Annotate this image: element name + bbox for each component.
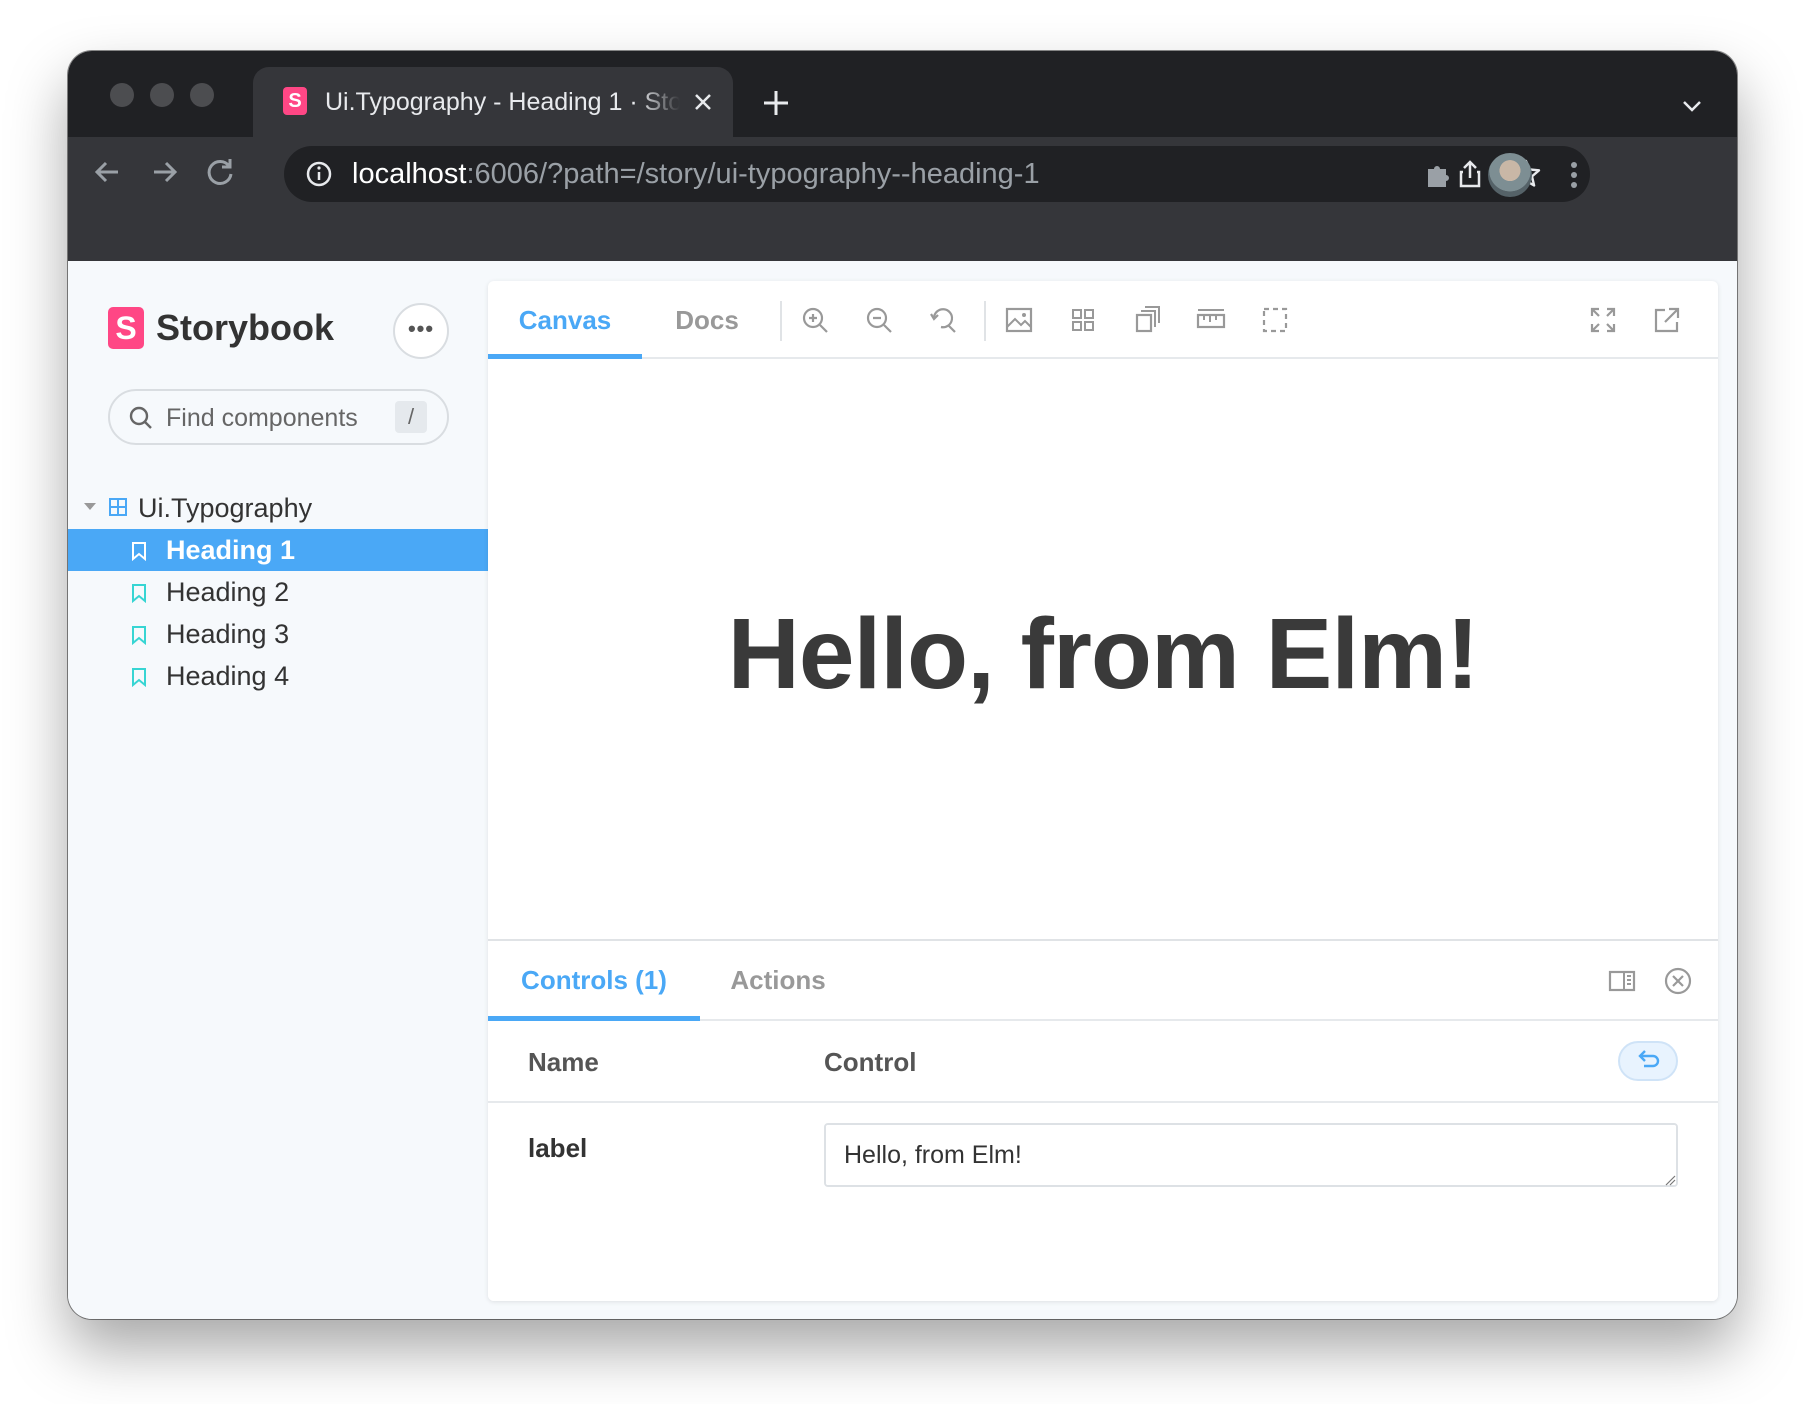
- url-path: :6006/?path=/story/ui-typography--headin…: [466, 158, 1040, 190]
- zoom-reset-icon[interactable]: [928, 305, 958, 335]
- fullscreen-icon[interactable]: [1588, 305, 1618, 335]
- component-group-ui-typography[interactable]: Ui.Typography: [68, 487, 488, 527]
- resize-grip-icon[interactable]: [1664, 1173, 1676, 1186]
- reload-icon[interactable]: [200, 152, 240, 192]
- label-control-input[interactable]: Hello, from Elm!: [824, 1123, 1678, 1187]
- addons-panel: Controls (1) Actions Name Control label …: [488, 939, 1718, 1301]
- profile-avatar[interactable]: [1488, 153, 1532, 197]
- story-item-heading-4[interactable]: Heading 4: [68, 655, 488, 697]
- tab-controls[interactable]: Controls (1): [488, 941, 700, 1021]
- more-vertical-icon[interactable]: [1556, 157, 1592, 193]
- chevron-down-icon[interactable]: [1677, 91, 1707, 121]
- new-tab-button[interactable]: [758, 85, 794, 121]
- search-icon: [128, 405, 154, 431]
- window-close-button[interactable]: [110, 83, 134, 107]
- story-item-heading-1[interactable]: Heading 1: [68, 529, 488, 571]
- site-info-icon[interactable]: [304, 159, 334, 189]
- column-control-header: Control: [824, 1047, 917, 1077]
- search-box[interactable]: /: [108, 389, 449, 445]
- share-icon[interactable]: [1454, 158, 1486, 190]
- story-label: Heading 4: [166, 661, 290, 691]
- window-zoom-button[interactable]: [190, 83, 214, 107]
- address-bar[interactable]: localhost:6006/?path=/story/ui-typograph…: [284, 146, 1590, 202]
- story-label: Heading 1: [166, 535, 296, 565]
- addons-toolbar: Controls (1) Actions: [488, 941, 1718, 1021]
- open-new-window-icon[interactable]: [1652, 305, 1682, 335]
- close-circle-icon[interactable]: [1662, 965, 1694, 997]
- tab-close-icon[interactable]: [688, 87, 718, 117]
- sidebar-menu-button[interactable]: •••: [393, 303, 449, 359]
- story-label: Heading 2: [166, 577, 290, 607]
- browser-toolbar: localhost:6006/?path=/story/ui-typograph…: [68, 137, 1737, 261]
- search-shortcut-key: /: [395, 401, 427, 433]
- main-panel: Canvas Docs Hello, from Elm! Controls (1…: [488, 281, 1718, 1301]
- tab-title: Ui.Typography - Heading 1 · Storybook: [325, 88, 680, 116]
- background-image-icon[interactable]: [1004, 305, 1034, 335]
- column-name-header: Name: [528, 1047, 599, 1077]
- copy-link-icon[interactable]: [1716, 305, 1718, 335]
- canvas-toolbar: Canvas Docs: [488, 281, 1718, 359]
- toolbar-divider: [984, 301, 986, 341]
- story-preview-canvas: Hello, from Elm!: [488, 359, 1718, 939]
- window-minimize-button[interactable]: [150, 83, 174, 107]
- toolbar-divider: [780, 301, 782, 341]
- browser-titlebar: S Ui.Typography - Heading 1 · Storybook: [68, 51, 1737, 137]
- sidebar: S Storybook ••• / Ui.Typography: [68, 261, 488, 1319]
- component-icon: [108, 497, 128, 517]
- caret-down-icon[interactable]: [84, 503, 96, 510]
- measure-ruler-icon[interactable]: [1196, 305, 1226, 335]
- browser-tab[interactable]: S Ui.Typography - Heading 1 · Storybook: [253, 67, 733, 137]
- outline-icon[interactable]: [1260, 305, 1290, 335]
- search-input[interactable]: [166, 401, 386, 435]
- back-arrow-icon[interactable]: [88, 152, 128, 192]
- tab-actions[interactable]: Actions: [700, 941, 856, 1021]
- grid-icon[interactable]: [1068, 305, 1098, 335]
- component-group-label: Ui.Typography: [138, 493, 313, 523]
- zoom-out-icon[interactable]: [864, 305, 894, 335]
- url-text: localhost:6006/?path=/story/ui-typograph…: [352, 156, 1040, 192]
- story-item-heading-2[interactable]: Heading 2: [68, 571, 488, 613]
- extensions-puzzle-icon[interactable]: [1420, 157, 1456, 193]
- url-host: localhost: [352, 158, 467, 190]
- storybook-favicon-icon: S: [283, 87, 307, 115]
- bookmark-icon: [130, 625, 148, 646]
- forward-arrow-icon[interactable]: [144, 152, 184, 192]
- storybook-logo-icon: S: [108, 307, 144, 349]
- bookmark-icon: [130, 541, 148, 562]
- story-item-heading-3[interactable]: Heading 3: [68, 613, 488, 655]
- zoom-in-icon[interactable]: [800, 305, 830, 335]
- control-row-name: label: [528, 1133, 588, 1163]
- bookmark-icon: [130, 583, 148, 604]
- preview-heading: Hello, from Elm!: [727, 598, 1480, 710]
- storybook-app: S Storybook ••• / Ui.Typography: [68, 261, 1737, 1319]
- reset-controls-button[interactable]: [1618, 1041, 1678, 1081]
- storybook-wordmark: Storybook: [156, 307, 335, 348]
- tab-docs[interactable]: Docs: [642, 281, 772, 359]
- tab-canvas[interactable]: Canvas: [488, 281, 642, 359]
- story-label: Heading 3: [166, 619, 290, 649]
- panel-orientation-icon[interactable]: [1606, 965, 1638, 997]
- controls-table-header: Name Control: [488, 1021, 1718, 1103]
- browser-window: S Ui.Typography - Heading 1 · Storybook: [68, 51, 1737, 1319]
- bookmark-icon: [130, 667, 148, 688]
- viewport-icon[interactable]: [1132, 305, 1162, 335]
